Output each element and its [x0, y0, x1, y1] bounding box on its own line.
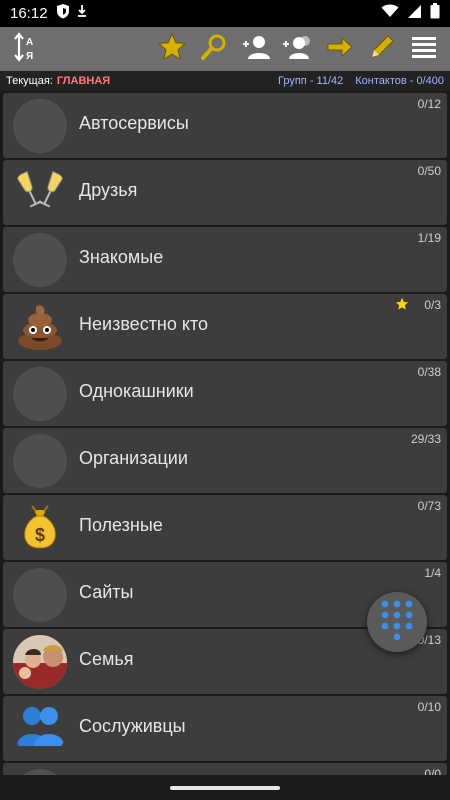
- status-time: 16:12: [10, 5, 48, 22]
- signal-icon: [407, 4, 422, 24]
- search-button[interactable]: [194, 29, 234, 69]
- info-bar: Текущая: ГЛАВНАЯ Групп - 11/42 Контактов…: [0, 71, 450, 91]
- edit-pencil-icon: [367, 32, 397, 67]
- group-row[interactable]: $ Полезные 0/73: [3, 495, 447, 560]
- group-avatar: [13, 166, 67, 220]
- add-contacts-icon: [281, 32, 315, 67]
- group-row[interactable]: Неизвестно кто 0/3: [3, 294, 447, 359]
- group-name: Неизвестно кто: [79, 314, 209, 334]
- groups-count: Групп - 11/42: [278, 75, 344, 87]
- download-icon: [76, 4, 88, 23]
- group-name: Друзья: [79, 180, 138, 200]
- group-count: 0/10: [417, 700, 441, 714]
- edit-button[interactable]: [362, 29, 402, 69]
- favorite-star-icon: [395, 297, 409, 316]
- group-count: 29/33: [410, 432, 441, 446]
- current-group-value: ГЛАВНАЯ: [56, 75, 111, 87]
- favorites-button[interactable]: [152, 29, 192, 69]
- sort-button[interactable]: А Я: [6, 29, 46, 69]
- group-avatar: [13, 434, 67, 488]
- group-row[interactable]: Однокашники 0/38: [3, 361, 447, 426]
- add-contacts-button[interactable]: [278, 29, 318, 69]
- group-name: Полезные: [79, 515, 163, 535]
- sort-letter-bottom: Я: [26, 51, 33, 62]
- group-count: 0/3: [424, 298, 441, 312]
- current-group-label: Текущая:: [6, 75, 53, 87]
- navigation-bar: [0, 775, 450, 800]
- group-row[interactable]: Сослуживцы 0/10: [3, 696, 447, 761]
- contacts-count: Контактов - 0/400: [355, 75, 444, 87]
- group-count: 1/19: [417, 231, 441, 245]
- toolbar: А Я: [0, 27, 450, 71]
- group-avatar: [13, 300, 67, 354]
- group-row[interactable]: 0/0: [3, 763, 447, 775]
- star-icon: [157, 32, 187, 67]
- sort-az-icon: А Я: [11, 31, 41, 68]
- group-count: 0/12: [417, 97, 441, 111]
- group-row[interactable]: Автосервисы 0/12: [3, 93, 447, 158]
- money-bag-icon: $: [14, 501, 66, 555]
- group-avatar: [13, 233, 67, 287]
- group-name: Однокашники: [79, 381, 194, 401]
- dialpad-icon: [379, 599, 415, 646]
- group-count: 0/50: [417, 164, 441, 178]
- menu-button[interactable]: [404, 29, 444, 69]
- group-name: Знакомые: [79, 247, 164, 267]
- group-avatar: [13, 99, 67, 153]
- group-row[interactable]: Организации 29/33: [3, 428, 447, 493]
- svg-text:$: $: [35, 525, 45, 545]
- sort-letter-top: А: [26, 37, 33, 48]
- group-list: Автосервисы 0/12 Друзья 0/50 Знакомые 1/…: [0, 91, 450, 775]
- group-row[interactable]: Знакомые 1/19: [3, 227, 447, 292]
- battery-icon: [430, 3, 440, 24]
- shield-icon: [56, 3, 70, 24]
- group-count: 0/73: [417, 499, 441, 513]
- group-name: Организации: [79, 448, 188, 468]
- group-avatar: [13, 568, 67, 622]
- champagne-icon: [13, 166, 67, 220]
- poop-icon: [14, 300, 66, 354]
- search-icon: [199, 32, 229, 67]
- wifi-icon: [381, 4, 399, 23]
- group-avatar: [13, 702, 67, 756]
- dialpad-button[interactable]: [367, 592, 427, 652]
- group-avatar: $: [13, 501, 67, 555]
- group-avatar: [13, 367, 67, 421]
- move-arrow-icon: [325, 32, 355, 67]
- group-count: 0/38: [417, 365, 441, 379]
- add-contact-icon: [240, 32, 272, 67]
- add-contact-button[interactable]: [236, 29, 276, 69]
- home-gesture-handle[interactable]: [170, 785, 280, 790]
- group-name: Автосервисы: [79, 113, 189, 133]
- group-count: 1/4: [424, 566, 441, 580]
- family-photo: [13, 635, 67, 689]
- menu-icon: [410, 33, 438, 66]
- group-row[interactable]: Друзья 0/50: [3, 160, 447, 225]
- group-avatar: [13, 635, 67, 689]
- move-button[interactable]: [320, 29, 360, 69]
- people-icon: [13, 702, 67, 756]
- status-bar: 16:12: [0, 0, 450, 27]
- group-count: 0/0: [424, 767, 441, 775]
- group-name: Сослуживцы: [79, 716, 186, 736]
- group-name: Сайты: [79, 582, 134, 602]
- group-name: Семья: [79, 649, 134, 669]
